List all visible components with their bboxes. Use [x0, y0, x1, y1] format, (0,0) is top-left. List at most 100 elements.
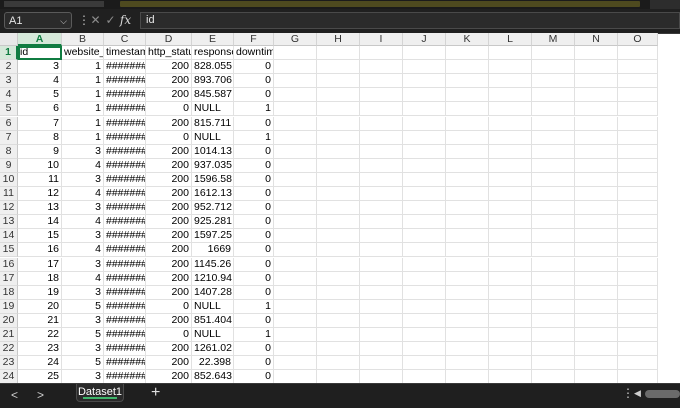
row-header[interactable]: 5	[0, 102, 18, 117]
cell[interactable]	[532, 158, 575, 173]
cell[interactable]: 3	[62, 257, 104, 272]
cell[interactable]: 11	[18, 172, 62, 187]
cell[interactable]	[274, 130, 317, 145]
cell[interactable]: 1	[62, 60, 104, 75]
row-header[interactable]: 4	[0, 88, 18, 103]
cell[interactable]	[403, 116, 446, 131]
column-header-l[interactable]: L	[489, 33, 532, 46]
cell[interactable]: 1	[234, 130, 274, 145]
cell[interactable]	[575, 187, 618, 202]
row-header[interactable]: 21	[0, 328, 18, 343]
cell[interactable]	[360, 172, 403, 187]
cell[interactable]	[575, 46, 618, 61]
cell[interactable]	[403, 172, 446, 187]
horizontal-scrollbar[interactable]	[645, 390, 680, 398]
cell[interactable]	[446, 60, 489, 75]
cell[interactable]	[360, 215, 403, 230]
scroll-left-icon[interactable]: ◀	[634, 388, 641, 399]
cell[interactable]	[618, 158, 658, 173]
column-header-k[interactable]: K	[446, 33, 489, 46]
cell[interactable]: NULL	[192, 328, 234, 343]
cell[interactable]: 200	[146, 74, 192, 89]
cell[interactable]: response_time	[192, 46, 234, 61]
cell[interactable]	[489, 299, 532, 314]
cell[interactable]: NULL	[192, 299, 234, 314]
cell[interactable]	[618, 313, 658, 328]
cell[interactable]: 3	[18, 60, 62, 75]
cell[interactable]	[317, 356, 360, 371]
cell[interactable]	[446, 187, 489, 202]
cell[interactable]: 4	[62, 158, 104, 173]
cell[interactable]: 925.281	[192, 215, 234, 230]
cell[interactable]	[403, 285, 446, 300]
cell[interactable]	[317, 60, 360, 75]
cell[interactable]: 5	[62, 328, 104, 343]
cell[interactable]	[274, 158, 317, 173]
cell[interactable]	[274, 342, 317, 357]
cell[interactable]	[360, 201, 403, 216]
cell[interactable]: 952.712	[192, 201, 234, 216]
cell[interactable]	[489, 201, 532, 216]
cell[interactable]	[403, 102, 446, 117]
cell[interactable]: 200	[146, 243, 192, 258]
cell[interactable]	[489, 187, 532, 202]
cell[interactable]: 24	[18, 356, 62, 371]
cell[interactable]	[575, 215, 618, 230]
cell[interactable]: 3	[62, 285, 104, 300]
cell[interactable]	[446, 116, 489, 131]
cell[interactable]: 0	[234, 158, 274, 173]
row-header[interactable]: 17	[0, 271, 18, 286]
cell[interactable]: ########	[104, 356, 146, 371]
cell[interactable]: website_id	[62, 46, 104, 61]
cell[interactable]	[575, 299, 618, 314]
cell[interactable]: http_status	[146, 46, 192, 61]
cell[interactable]: 3	[62, 370, 104, 383]
cell[interactable]	[489, 243, 532, 258]
cell[interactable]	[489, 342, 532, 357]
cell[interactable]	[317, 144, 360, 159]
cell[interactable]	[446, 299, 489, 314]
cell[interactable]	[360, 158, 403, 173]
cell[interactable]	[532, 342, 575, 357]
cell[interactable]: 4	[62, 187, 104, 202]
row-header[interactable]: 10	[0, 172, 18, 187]
cell[interactable]: 10	[18, 158, 62, 173]
cell[interactable]	[446, 172, 489, 187]
cell[interactable]	[403, 88, 446, 103]
cell[interactable]: 1	[62, 88, 104, 103]
cell[interactable]: 3	[62, 229, 104, 244]
column-header-h[interactable]: H	[317, 33, 360, 46]
cell[interactable]	[446, 88, 489, 103]
cell[interactable]: timestamp	[104, 46, 146, 61]
cell[interactable]	[489, 158, 532, 173]
cell[interactable]	[532, 172, 575, 187]
cell[interactable]: 18	[18, 271, 62, 286]
cell[interactable]: 828.055	[192, 60, 234, 75]
cell[interactable]	[575, 342, 618, 357]
cell[interactable]: 15	[18, 229, 62, 244]
cell[interactable]: 200	[146, 60, 192, 75]
cell[interactable]	[317, 257, 360, 272]
cell[interactable]	[489, 116, 532, 131]
cell[interactable]: 1597.25	[192, 229, 234, 244]
cell[interactable]	[575, 158, 618, 173]
cell[interactable]	[317, 299, 360, 314]
cell[interactable]	[403, 60, 446, 75]
cell[interactable]	[532, 285, 575, 300]
row-header[interactable]: 6	[0, 116, 18, 131]
cell[interactable]	[403, 229, 446, 244]
cell[interactable]: 19	[18, 285, 62, 300]
cell[interactable]	[274, 313, 317, 328]
cell[interactable]	[403, 257, 446, 272]
cell[interactable]	[618, 285, 658, 300]
cell[interactable]	[489, 130, 532, 145]
cell[interactable]	[575, 116, 618, 131]
cell[interactable]	[403, 144, 446, 159]
cell[interactable]: 0	[234, 271, 274, 286]
cell[interactable]	[360, 60, 403, 75]
cell[interactable]	[489, 356, 532, 371]
cell[interactable]: 4	[62, 215, 104, 230]
cell[interactable]	[446, 46, 489, 61]
cell[interactable]: 0	[234, 172, 274, 187]
column-header-a[interactable]: A	[18, 33, 62, 46]
